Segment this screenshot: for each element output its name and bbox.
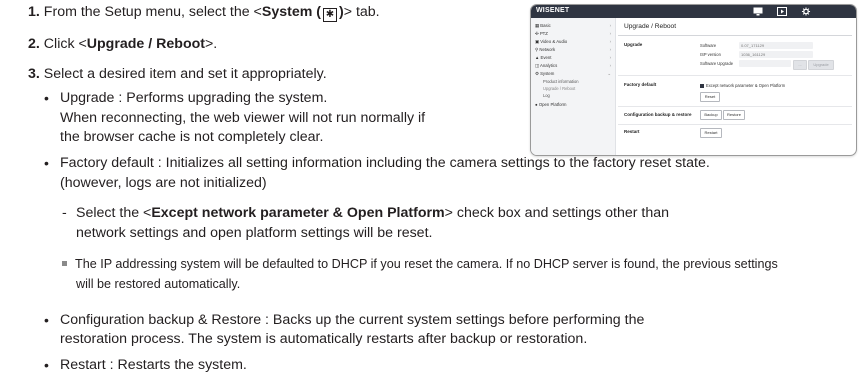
file-path-field[interactable] (739, 60, 791, 67)
select-text: Select the < (76, 205, 152, 221)
upgrade-button[interactable]: Upgrade (808, 60, 834, 70)
step-number: 2. (28, 36, 40, 52)
except-network-label: Except network parameter & Open Platform (706, 83, 786, 88)
step-2: 2. Click <Upgrade / Reboot>. (28, 36, 217, 53)
chevron-right-icon: › (609, 39, 611, 44)
sidebar-item-video-audio[interactable]: ▣ Video & Audio (535, 39, 567, 45)
section-divider (618, 75, 852, 76)
sidebar-sub-product-info[interactable]: Product information (543, 79, 579, 84)
system-icon: ⚙ (535, 71, 539, 76)
bullet-upgrade-line1: Upgrade : Performs upgrading the system. (60, 90, 328, 106)
ptz-icon: ✣ (535, 31, 539, 36)
step-text: Select a desired item and set it appropr… (43, 66, 327, 82)
event-icon: ▲ (535, 55, 540, 60)
section-restart: Restart (624, 129, 640, 134)
sidebar-item-network[interactable]: ⚲ Network (535, 47, 555, 53)
sidebar-item-ptz[interactable]: ✣ PTZ (535, 31, 548, 37)
step-1: 1. From the Setup menu, select the <Syst… (28, 4, 380, 22)
sw-upgrade-label: Software Upgrade (700, 61, 733, 66)
step-text: Click < (43, 36, 87, 52)
note-line2: will be restored automatically. (76, 277, 241, 291)
step-number: 3. (28, 66, 40, 82)
sidebar-item-open-platform[interactable]: ● Open Platform (535, 102, 567, 107)
select-line1: Select the <Except network parameter & O… (76, 205, 669, 222)
step-text-end: > tab. (343, 4, 380, 20)
open-platform-icon: ● (535, 102, 538, 107)
step-text-end: >. (205, 36, 218, 52)
sidebar-sub-log[interactable]: Log (543, 93, 550, 98)
except-network-checkbox[interactable] (700, 84, 704, 88)
settings-gear-icon[interactable] (801, 7, 811, 16)
chevron-right-icon: › (609, 63, 611, 68)
top-bar: WISENET (531, 5, 856, 18)
sidebar-item-event[interactable]: ▲ Event (535, 55, 551, 60)
chevron-down-icon: ⌄ (607, 71, 611, 76)
sidebar-item-basic[interactable]: ▦ Basic (535, 23, 551, 29)
software-value: 0.07_171129 (739, 42, 813, 49)
step-bold: System ( (261, 4, 321, 20)
bullet-dot: • (44, 357, 49, 373)
isp-label: ISP version (700, 52, 721, 57)
setup-screenshot: WISENET ▦ Basic › ✣ PTZ › ▣ Video & Audi… (530, 4, 857, 156)
bullet-factory-line1: Factory default : Initializes all settin… (60, 155, 710, 171)
section-backup-restore: Configuration backup & restore (624, 112, 692, 117)
browse-button[interactable]: ... (793, 60, 807, 70)
bullet-restart: Restart : Restarts the system. (60, 357, 247, 373)
reset-button[interactable]: Reset (700, 92, 720, 102)
title-divider (618, 35, 852, 36)
dash-marker: - (62, 205, 67, 221)
backup-button[interactable]: Backup (700, 110, 722, 120)
select-bold: Except network parameter & Open Platform (151, 205, 445, 221)
bullet-dot: • (44, 90, 49, 106)
grid-icon: ▦ (535, 23, 540, 28)
gear-icon: ✱ (323, 8, 337, 22)
section-upgrade: Upgrade (624, 42, 643, 47)
isp-value: 1036_161129 (739, 51, 813, 58)
sidebar-item-analytics[interactable]: ◫ Analytics (535, 63, 557, 69)
bullet-dot: • (44, 312, 49, 328)
bullet-factory-line2: (however, logs are not initialized) (60, 175, 267, 191)
video-icon: ▣ (535, 39, 540, 44)
chevron-right-icon: › (609, 31, 611, 36)
note-line1: The IP addressing system will be default… (62, 256, 778, 272)
step-bold: Upgrade / Reboot (86, 36, 205, 52)
bullet-upgrade-line2: When reconnecting, the web viewer will n… (60, 110, 426, 126)
analytics-icon: ◫ (535, 63, 540, 68)
chevron-right-icon: › (609, 55, 611, 60)
page-title: Upgrade / Reboot (624, 23, 677, 30)
section-divider (618, 124, 852, 125)
select-text-end: > check box and settings other than (444, 205, 670, 221)
monitor-icon[interactable] (753, 7, 763, 16)
sidebar-item-system[interactable]: ⚙ System (535, 71, 554, 77)
step-number: 1. (28, 4, 40, 20)
software-label: Software (700, 43, 717, 48)
bullet-upgrade-line3: the browser cache is not completely clea… (60, 129, 324, 145)
restore-button[interactable]: Restore (723, 110, 745, 120)
bullet-dot: • (44, 155, 49, 171)
note-square-icon (62, 261, 67, 266)
brand-logo: WISENET (536, 7, 570, 14)
restart-button[interactable]: Restart (700, 128, 722, 138)
select-line2: network settings and open platform setti… (76, 225, 433, 241)
chevron-right-icon: › (609, 47, 611, 52)
step-3: 3. Select a desired item and set it appr… (28, 66, 327, 83)
section-factory-default: Factory default (624, 82, 657, 87)
bullet-backup-line1: Configuration backup & Restore : Backs u… (60, 312, 645, 328)
section-divider (618, 106, 852, 107)
sidebar-sub-upgrade-reboot[interactable]: Upgrade / Reboot (543, 86, 575, 91)
chevron-right-icon: › (609, 23, 611, 28)
playback-icon[interactable] (777, 7, 787, 16)
step-text: From the Setup menu, select the < (43, 4, 262, 20)
network-icon: ⚲ (535, 47, 539, 52)
bullet-backup-line2: restoration process. The system is autom… (60, 331, 588, 347)
